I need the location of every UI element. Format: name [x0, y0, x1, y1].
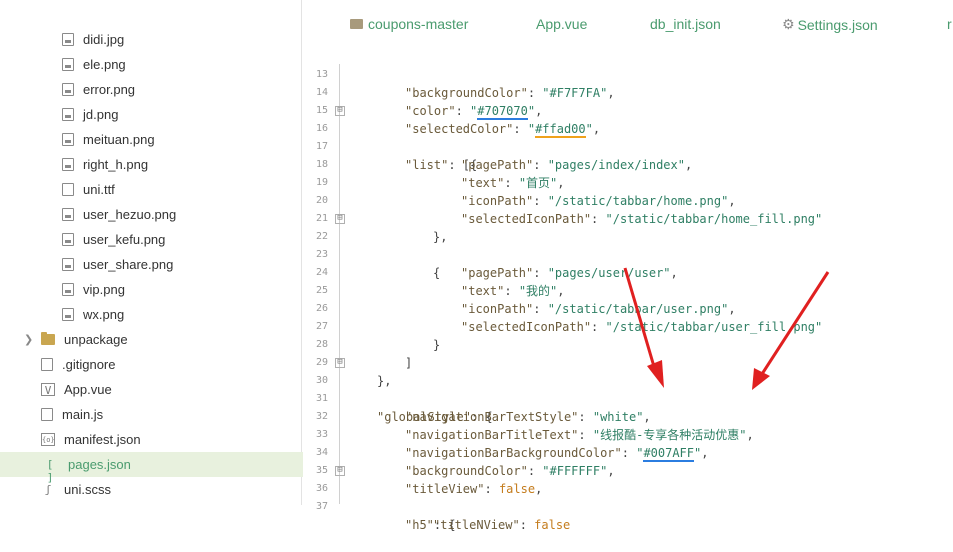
file-label: App.vue [64, 382, 112, 397]
file-label: meituan.png [83, 132, 155, 147]
file-label: ele.png [83, 57, 126, 72]
file-item-pages-json[interactable]: [ ] pages.json [0, 452, 337, 484]
code-line: 22 ⊟ { [303, 210, 953, 281]
tab-db-init-json[interactable]: db_init.json [650, 16, 721, 32]
code-line: 31 "navigationBarTextStyle": "white", [303, 372, 953, 424]
folder-item-unpackage[interactable]: ❯ unpackage [0, 327, 337, 352]
code-line: 25 "iconPath": "/static/tabbar/user.png"… [303, 264, 953, 316]
file-label: jd.png [83, 107, 119, 122]
fold-toggle-icon[interactable]: ⊟ [335, 214, 345, 224]
folder-label: unpackage [64, 332, 128, 347]
tab-label: App.vue [536, 16, 588, 32]
folder-icon [350, 19, 363, 29]
tab-label: db_init.json [650, 16, 721, 32]
fold-toggle-icon[interactable]: ⊟ [335, 106, 345, 116]
line-number: 37 [315, 501, 328, 512]
code-line: 16 ⊟ "list": [{ [303, 102, 953, 173]
file-label: .gitignore [62, 357, 116, 372]
folder-icon [41, 332, 55, 345]
file-icon [62, 183, 74, 196]
image-file-icon [62, 283, 74, 296]
code-line: 13 "backgroundColor": "#F7F7FA", [303, 48, 953, 100]
tab-label: r [947, 16, 952, 32]
js-file-icon [41, 408, 53, 421]
file-item-manifest-json[interactable]: {o} manifest.json [0, 427, 337, 452]
tab-bar: coupons-master App.vue db_init.json ⚙ Se… [303, 0, 953, 46]
code-editor: coupons-master App.vue db_init.json ⚙ Se… [303, 0, 953, 533]
image-file-icon [62, 108, 74, 121]
code-line: 14 "color": "#707070", [303, 66, 953, 120]
code-line: 26 "selectedIconPath": "/static/tabbar/u… [303, 282, 953, 334]
code-text: "titleNView": false [433, 518, 571, 532]
vue-file-icon: V [41, 383, 55, 397]
file-label: user_kefu.png [83, 232, 166, 247]
code-line: 27 } [303, 300, 953, 352]
file-item-gitignore[interactable]: .gitignore [0, 352, 337, 377]
image-file-icon [62, 83, 74, 96]
chevron-right-icon[interactable]: ❯ [24, 333, 33, 346]
file-label: uni.scss [64, 482, 111, 497]
gear-icon: ⚙ [782, 16, 795, 32]
image-file-icon [62, 133, 74, 146]
image-file-icon [62, 33, 74, 46]
tab-overflow[interactable]: r [947, 16, 952, 32]
code-line: 17 "pagePath": "pages/index/index", [303, 120, 953, 172]
scss-file-icon: ʃ [44, 483, 52, 496]
tab-app-vue[interactable]: App.vue [536, 16, 587, 32]
code-line: 21 }, [303, 192, 953, 244]
code-line: 20 "selectedIconPath": "/static/tabbar/h… [303, 174, 953, 226]
file-label: main.js [62, 407, 104, 422]
code-line: 33 "navigationBarBackgroundColor": "#007… [303, 408, 953, 462]
code-line: 35 "titleView": false, [303, 444, 953, 496]
file-label: pages.json [68, 457, 131, 472]
code-line: 30 ⊟ "globalStyle": { [303, 354, 953, 425]
file-label: manifest.json [64, 432, 141, 447]
image-file-icon [62, 308, 74, 321]
tab-label: coupons-master [368, 16, 469, 32]
json-file-icon: {o} [41, 433, 55, 446]
code-line: 19 "iconPath": "/static/tabbar/home.png"… [303, 156, 953, 208]
file-item-main-js[interactable]: main.js [0, 402, 337, 427]
file-label: right_h.png [83, 157, 149, 172]
file-label: user_hezuo.png [83, 207, 177, 222]
file-label: user_share.png [83, 257, 174, 272]
fold-toggle-icon[interactable]: ⊟ [335, 466, 345, 476]
file-explorer-sidebar: didi.jpg ele.png error.png jd.png meitua… [0, 0, 337, 505]
image-file-icon [62, 208, 74, 221]
image-file-icon [62, 233, 74, 246]
code-line: 24 "text": "我的", [303, 246, 953, 298]
code-line: 28 ] [303, 318, 953, 370]
tab-label: Settings.json [797, 16, 878, 33]
image-file-icon [62, 258, 74, 271]
file-label: didi.jpg [83, 32, 125, 47]
code-area[interactable]: 13 "backgroundColor": "#F7F7FA", 14 "col… [303, 48, 953, 533]
code-line: 18 "text": "首页", [303, 138, 953, 190]
code-line: 37 "titleNView": false [303, 480, 953, 532]
code-line: 32 "navigationBarTitleText": "线报酷-专享各种活动… [303, 390, 953, 442]
file-item-uni-scss[interactable]: ʃ uni.scss [0, 477, 337, 502]
image-file-icon [62, 158, 74, 171]
json-file-icon: [ ] [46, 458, 54, 484]
tab-settings-json[interactable]: ⚙ Settings.json [782, 16, 878, 33]
file-label: error.png [83, 82, 136, 97]
code-line: 29 }, [303, 336, 953, 388]
file-label: uni.ttf [83, 182, 115, 197]
file-icon [41, 358, 53, 371]
file-label: vip.png [83, 282, 125, 297]
file-label: wx.png [83, 307, 125, 322]
code-line: 23 "pagePath": "pages/user/user", [303, 228, 953, 280]
file-item-app-vue[interactable]: V App.vue [0, 377, 337, 402]
image-file-icon [62, 58, 74, 71]
code-line: 34 "backgroundColor": "#FFFFFF", [303, 426, 953, 478]
tab-coupons-master[interactable]: coupons-master [350, 16, 468, 32]
code-line: 15 "selectedColor": "#ffad00", [303, 84, 953, 138]
fold-toggle-icon[interactable]: ⊟ [335, 358, 345, 368]
code-line: 36 ⊟ "h5": { [303, 462, 953, 533]
